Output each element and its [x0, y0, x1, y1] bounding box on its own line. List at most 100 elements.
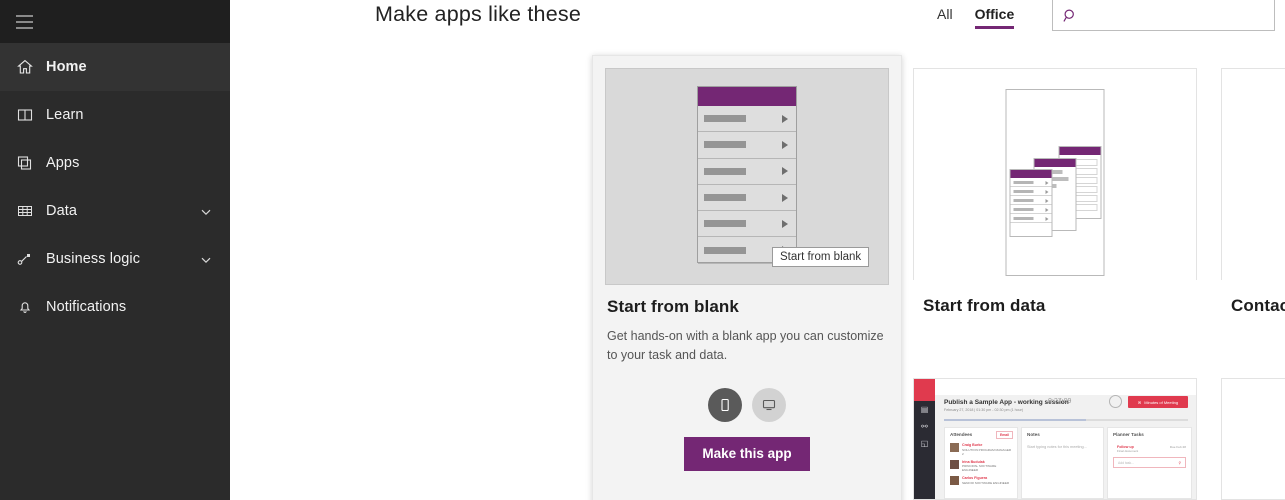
hamburger-bar [15, 14, 33, 17]
sidebar-item-business-logic[interactable]: Business logic [0, 235, 230, 283]
card-thumbnail: Start from blank [605, 68, 889, 285]
attendee-name: Irina Budulak [962, 459, 985, 464]
card-thumbnail [914, 69, 1196, 284]
sidebar-header [0, 0, 230, 43]
chevron-right-icon [1045, 207, 1049, 212]
panel-title: Notes [1027, 432, 1040, 437]
card-start-from-blank[interactable]: Start from blank Start from blank Get ha… [592, 55, 902, 500]
chevron-right-icon [782, 193, 788, 202]
chevron-right-icon [1045, 198, 1049, 203]
card-title: Start from data [923, 296, 1046, 315]
make-this-app-button[interactable]: Make this app [684, 436, 810, 471]
mockup-header-bar [698, 87, 796, 106]
card-start-from-data[interactable]: Start from data [913, 68, 1197, 315]
attendee-role: SOLUTION PROGRAM MANAGER 2 [962, 447, 1012, 456]
task-due: Due Feb 28 [1169, 445, 1186, 449]
attendee-row: Craig Burke SOLUTION PROGRAM MANAGER 2 [945, 441, 1017, 458]
task-title: Follow up [1117, 445, 1134, 449]
mockup-screen-middle [1033, 158, 1077, 231]
tab-all[interactable]: All [937, 6, 953, 29]
sidebar-item-label: Notifications [46, 299, 127, 315]
chevron-right-icon [1045, 189, 1049, 194]
chevron-right-icon [1045, 180, 1049, 185]
left-navigation-sidebar: Home Learn Apps Data Business logic Noti… [0, 0, 230, 500]
mockup-screen-front [1009, 169, 1053, 237]
card-help-desk[interactable]: TO SUBMIT A HELP DESK TICKET Login as a … [1221, 378, 1285, 500]
apps-icon [4, 154, 46, 172]
panel-attendees: Attendees Email Craig Burke SOLUTION PRO… [944, 427, 1018, 499]
home-icon [4, 58, 46, 76]
app-templates-gallery: Start from blank Start from blank Get ha… [230, 43, 1285, 500]
minutes-of-meeting-button: ✉ Minutes of Meeting [1128, 396, 1188, 408]
sidebar-item-label: Learn [46, 107, 84, 123]
avatar [950, 459, 959, 469]
chevron-right-icon [782, 114, 788, 123]
powerapps-home-screen: Home Learn Apps Data Business logic Noti… [0, 0, 1285, 500]
panel-title: Planner Tasks [1113, 432, 1144, 437]
card-contacts[interactable]: CONTACTS + Contacts ⌄ Jane ⌕ JD [1221, 68, 1285, 315]
help-desk-app-mockup: TO SUBMIT A HELP DESK TICKET Login as a … [1222, 379, 1285, 499]
attendee-role: SENIOR SOFTWARE ENGINEER [962, 481, 1010, 486]
chevron-right-icon [782, 140, 788, 149]
panel-header: Attendees Email [945, 428, 1017, 441]
minutes-button-label: Minutes of Meeting [1144, 399, 1179, 405]
search-box[interactable] [1052, 0, 1275, 31]
card-title: Contacts [1231, 296, 1285, 315]
tab-office[interactable]: Office [974, 6, 1014, 29]
page-title: Make apps like these [375, 2, 581, 26]
task-subtitle: Final document [1117, 449, 1139, 453]
attendee-name: Carlos Figuera [962, 476, 988, 481]
chevron-right-icon [782, 219, 788, 228]
form-factor-selector [593, 387, 901, 422]
meeting-timer: 0:27:09 [1048, 398, 1072, 405]
attach-icon: ⚲ [1178, 460, 1181, 465]
sidebar-item-label: Business logic [46, 251, 141, 267]
meeting-title: Publish a Sample App - working session [944, 399, 1069, 406]
add-task-placeholder: Add task... [1118, 460, 1135, 465]
add-task-field: Add task... ⚲ [1113, 457, 1186, 468]
panel-notes: Notes Start typing notes for this meetin… [1021, 427, 1104, 499]
phone-icon[interactable] [708, 387, 742, 422]
sidebar-item-apps[interactable]: Apps [0, 139, 230, 187]
hamburger-bar [15, 26, 33, 29]
meeting-left-rail: ▤ ⚯ ◱ [914, 379, 935, 499]
bell-icon [4, 298, 46, 316]
chevron-right-icon [1045, 216, 1049, 221]
hamburger-menu-icon[interactable] [6, 4, 42, 40]
notes-icon: ▤ [920, 405, 929, 414]
image-icon: ◱ [920, 439, 929, 448]
sidebar-item-learn[interactable]: Learn [0, 91, 230, 139]
avatar [950, 476, 959, 486]
attendee-row: Irina Budulak PRINCIPAL SOFTWARE ENGINEE… [945, 458, 1017, 475]
tablet-icon[interactable] [752, 387, 786, 422]
search-input[interactable] [1087, 0, 1274, 30]
chevron-down-icon[interactable] [200, 253, 212, 265]
filter-tabs: All Office [937, 6, 1014, 29]
sidebar-item-label: Data [46, 203, 78, 219]
sidebar-item-data[interactable]: Data [0, 187, 230, 235]
panel-title: Attendees [950, 432, 973, 437]
email-chip: Email [995, 431, 1013, 439]
meeting-topbar [935, 379, 1196, 395]
meeting-subtitle: February 27, 2018 | 01:30 pm - 02:30 pm … [944, 408, 1024, 412]
panel-planner-tasks: Planner Tasks Follow up Final document D… [1107, 427, 1192, 499]
mail-icon: ✉ [1137, 399, 1142, 405]
avatar [950, 443, 959, 452]
start-from-data-mockup [1005, 89, 1105, 276]
content-header: Make apps like these All Office [230, 0, 1285, 43]
meeting-progress-bar [944, 419, 1188, 421]
card-meeting-capture[interactable]: ▤ ⚯ ◱ Publish a Sample App - working ses… [913, 378, 1197, 500]
table-icon [4, 202, 46, 220]
chevron-down-icon[interactable] [200, 205, 212, 217]
search-icon [1053, 8, 1087, 23]
link-icon: ⚯ [921, 422, 928, 431]
sidebar-item-label: Home [46, 59, 87, 75]
chevron-right-icon [782, 167, 788, 176]
attendee-name: Craig Burke [962, 443, 983, 447]
card-thumbnail: CONTACTS + Contacts ⌄ Jane ⌕ JD [1222, 69, 1285, 284]
flow-icon [4, 250, 46, 268]
hamburger-bar [15, 20, 33, 23]
sidebar-item-home[interactable]: Home [0, 43, 230, 91]
sidebar-item-notifications[interactable]: Notifications [0, 283, 230, 331]
main-content: Make apps like these All Office Start fr… [230, 0, 1285, 500]
